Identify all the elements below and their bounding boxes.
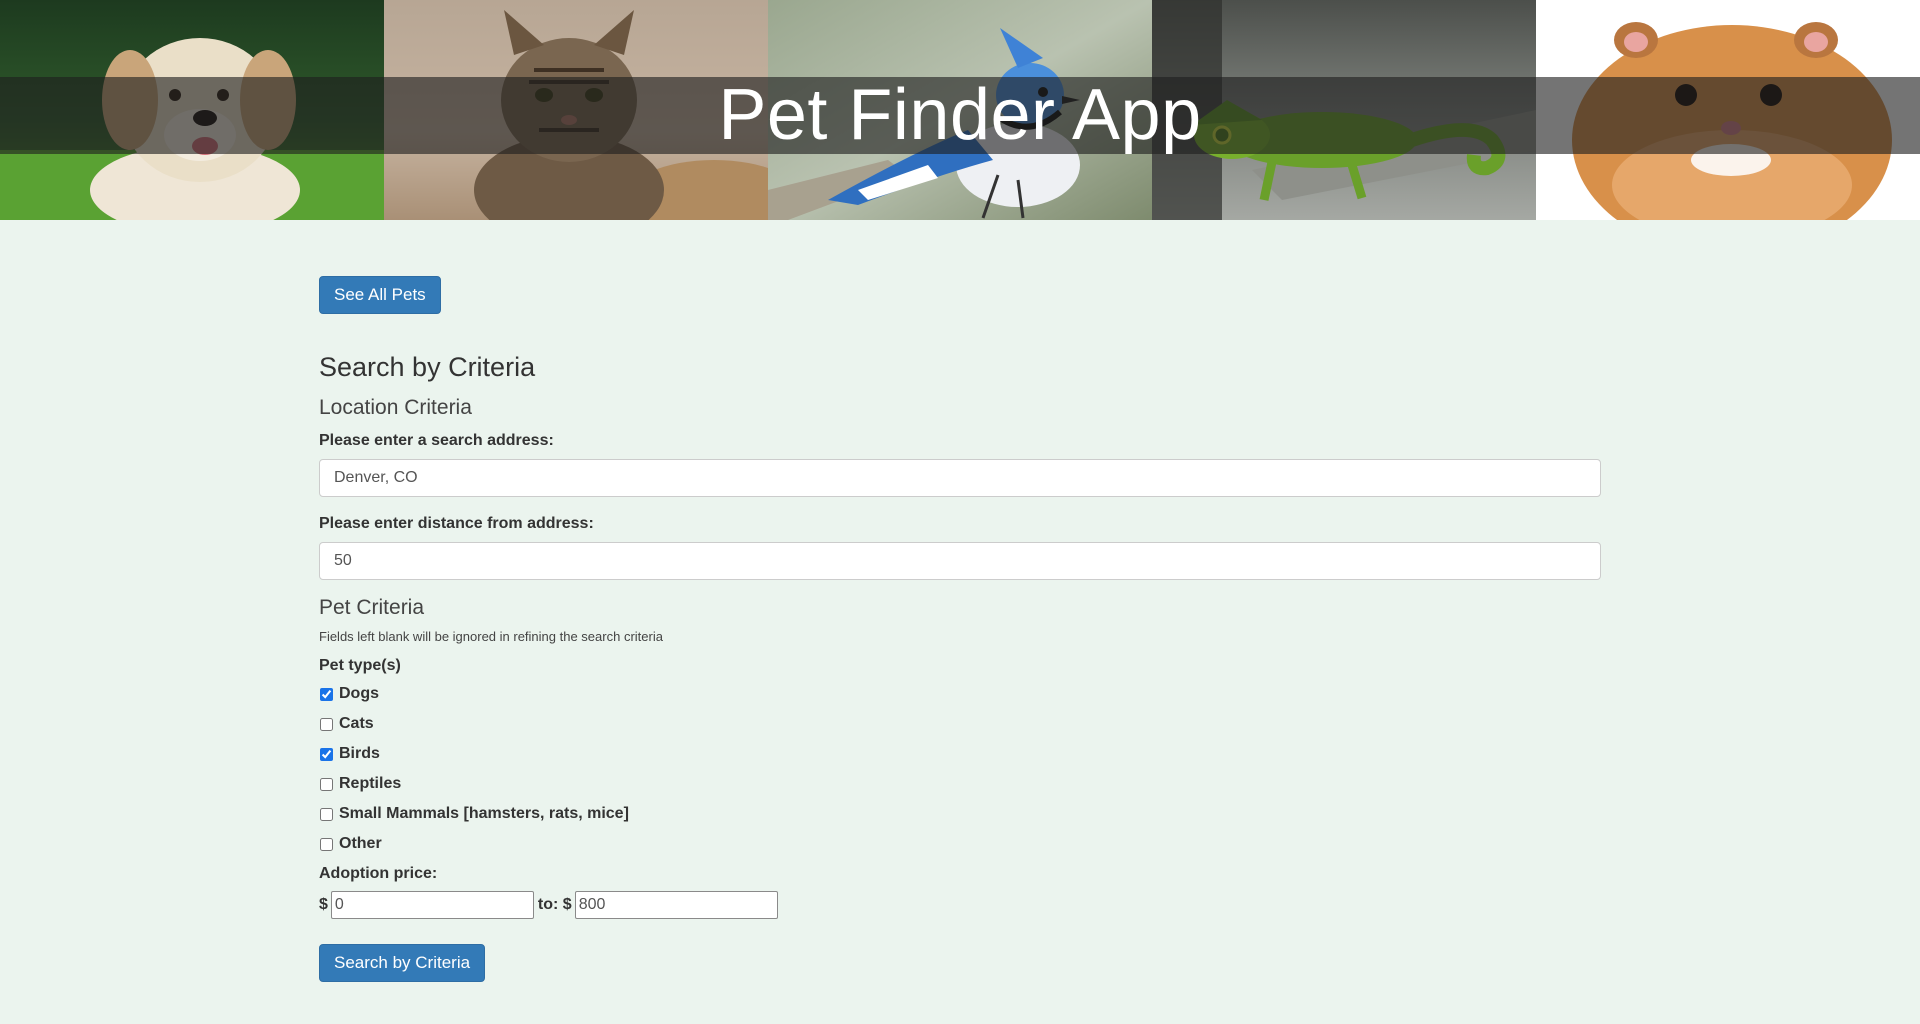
- pet-criteria-heading: Pet Criteria: [319, 596, 425, 619]
- pet-types-label: Pet type(s): [319, 657, 401, 674]
- dogs-label: Dogs: [339, 685, 379, 702]
- adoption-price-label: Adoption price:: [319, 865, 438, 882]
- small-mammals-label: Small Mammals [hamsters, rats, mice]: [339, 805, 629, 822]
- dogs-checkbox[interactable]: [320, 687, 333, 701]
- pet-type-small-mammals[interactable]: Small Mammals [hamsters, rats, mice]: [319, 805, 629, 823]
- distance-label: Please enter distance from address:: [319, 515, 594, 532]
- cats-label: Cats: [339, 715, 374, 732]
- small-mammals-checkbox[interactable]: [320, 807, 333, 821]
- min-price-input[interactable]: [330, 891, 534, 919]
- address-input[interactable]: [319, 459, 1601, 497]
- pet-type-other[interactable]: Other: [319, 835, 382, 853]
- birds-checkbox[interactable]: [320, 747, 333, 761]
- cats-checkbox[interactable]: [320, 717, 333, 731]
- location-criteria-heading: Location Criteria: [319, 396, 472, 419]
- criteria-hint: Fields left blank will be ignored in ref…: [319, 629, 663, 644]
- address-label: Please enter a search address:: [319, 432, 554, 449]
- other-label: Other: [339, 835, 382, 852]
- reptiles-checkbox[interactable]: [320, 777, 333, 791]
- search-by-criteria-button[interactable]: Search by Criteria: [319, 944, 486, 982]
- other-checkbox[interactable]: [320, 837, 333, 851]
- currency-symbol: $: [319, 896, 328, 913]
- price-range: $ to: $: [319, 891, 782, 919]
- pet-type-dogs[interactable]: Dogs: [319, 685, 379, 703]
- distance-input[interactable]: [319, 542, 1601, 580]
- birds-label: Birds: [339, 745, 380, 762]
- pet-type-reptiles[interactable]: Reptiles: [319, 775, 401, 793]
- max-price-input[interactable]: [574, 891, 778, 919]
- reptiles-label: Reptiles: [339, 775, 402, 792]
- pet-type-cats[interactable]: Cats: [319, 715, 374, 733]
- to-label: to: $: [537, 896, 572, 913]
- search-heading: Search by Criteria: [319, 352, 536, 382]
- search-form: Search by Criteria Location Criteria Ple…: [319, 0, 1601, 1024]
- pet-type-birds[interactable]: Birds: [319, 745, 380, 763]
